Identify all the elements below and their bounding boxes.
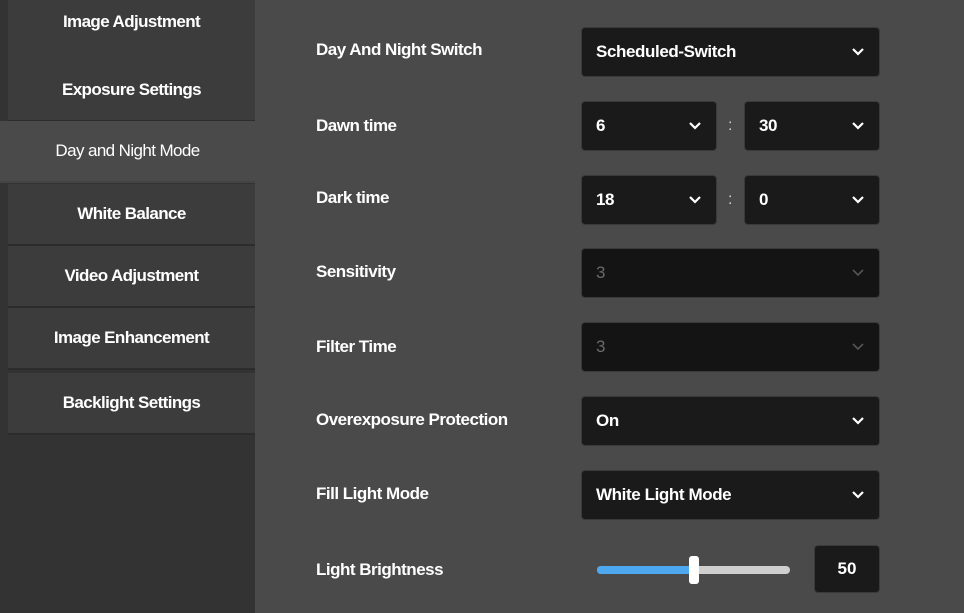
sidebar-item-label: Image Adjustment	[62, 12, 201, 31]
fill-light-mode-label: Fill Light Mode	[316, 484, 429, 503]
dark-minute-select[interactable]: 0	[744, 175, 880, 225]
chevron-down-icon	[688, 121, 702, 131]
overexposure-protection-label: Overexposure Protection	[316, 410, 508, 429]
sidebar-item-label: Exposure Settings	[61, 80, 202, 99]
fill-light-mode-select[interactable]: White Light Mode	[581, 470, 880, 520]
filter-time-select: 3	[581, 322, 880, 372]
dawn-hour-value: 6	[596, 116, 606, 135]
sidebar-item-image-enhancement[interactable]: Image Enhancement	[8, 308, 255, 370]
sensitivity-value: 3	[596, 263, 606, 282]
light-brightness-slider[interactable]	[597, 556, 790, 584]
dawn-hour-select[interactable]: 6	[581, 101, 717, 151]
dark-minute-value: 0	[759, 190, 769, 209]
dark-hour-select[interactable]: 18	[581, 175, 717, 225]
chevron-down-icon	[851, 121, 865, 131]
chevron-down-icon	[851, 195, 865, 205]
dark-hour-value: 18	[596, 190, 615, 209]
sidebar-item-label: Backlight Settings	[62, 393, 201, 412]
chevron-down-icon	[851, 416, 865, 426]
sidebar-item-label: Image Enhancement	[53, 328, 210, 347]
light-brightness-label: Light Brightness	[316, 560, 444, 579]
sidebar: Image Adjustment Exposure Settings Day a…	[0, 0, 255, 613]
chevron-down-icon	[851, 490, 865, 500]
dark-time-separator: :	[728, 191, 733, 208]
filter-time-label: Filter Time	[316, 337, 397, 356]
sensitivity-label: Sensitivity	[316, 262, 396, 281]
fill-light-mode-value: White Light Mode	[596, 485, 732, 504]
sidebar-item-day-and-night-mode[interactable]: Day and Night Mode	[0, 121, 255, 183]
chevron-down-icon	[851, 342, 865, 352]
dark-time-label: Dark time	[316, 188, 389, 207]
dawn-time-label: Dawn time	[316, 116, 397, 135]
sidebar-item-label: White Balance	[77, 204, 186, 223]
sidebar-item-label: Video Adjustment	[64, 266, 200, 285]
sidebar-item-label: Day and Night Mode	[55, 141, 200, 160]
sidebar-item-video-adjustment[interactable]: Video Adjustment	[8, 246, 255, 308]
slider-fill	[597, 566, 694, 574]
sidebar-item-image-adjustment[interactable]: Image Adjustment	[8, 0, 255, 62]
sensitivity-select: 3	[581, 248, 880, 298]
chevron-down-icon	[851, 47, 865, 57]
overexposure-protection-select[interactable]: On	[581, 396, 880, 446]
chevron-down-icon	[851, 268, 865, 278]
chevron-down-icon	[688, 195, 702, 205]
overexposure-protection-value: On	[596, 411, 619, 430]
slider-thumb[interactable]	[689, 556, 699, 584]
sidebar-item-white-balance[interactable]: White Balance	[8, 184, 255, 246]
filter-time-value: 3	[596, 337, 606, 356]
light-brightness-input[interactable]	[814, 545, 880, 593]
day-night-switch-label: Day And Night Switch	[316, 40, 483, 59]
sidebar-item-backlight-settings[interactable]: Backlight Settings	[8, 373, 255, 435]
day-night-switch-value: Scheduled-Switch	[596, 42, 737, 61]
day-night-switch-select[interactable]: Scheduled-Switch	[581, 27, 880, 77]
dawn-minute-select[interactable]: 30	[744, 101, 880, 151]
sidebar-item-exposure-settings[interactable]: Exposure Settings	[8, 60, 255, 122]
dawn-minute-value: 30	[759, 116, 778, 135]
dawn-time-separator: :	[728, 117, 733, 134]
